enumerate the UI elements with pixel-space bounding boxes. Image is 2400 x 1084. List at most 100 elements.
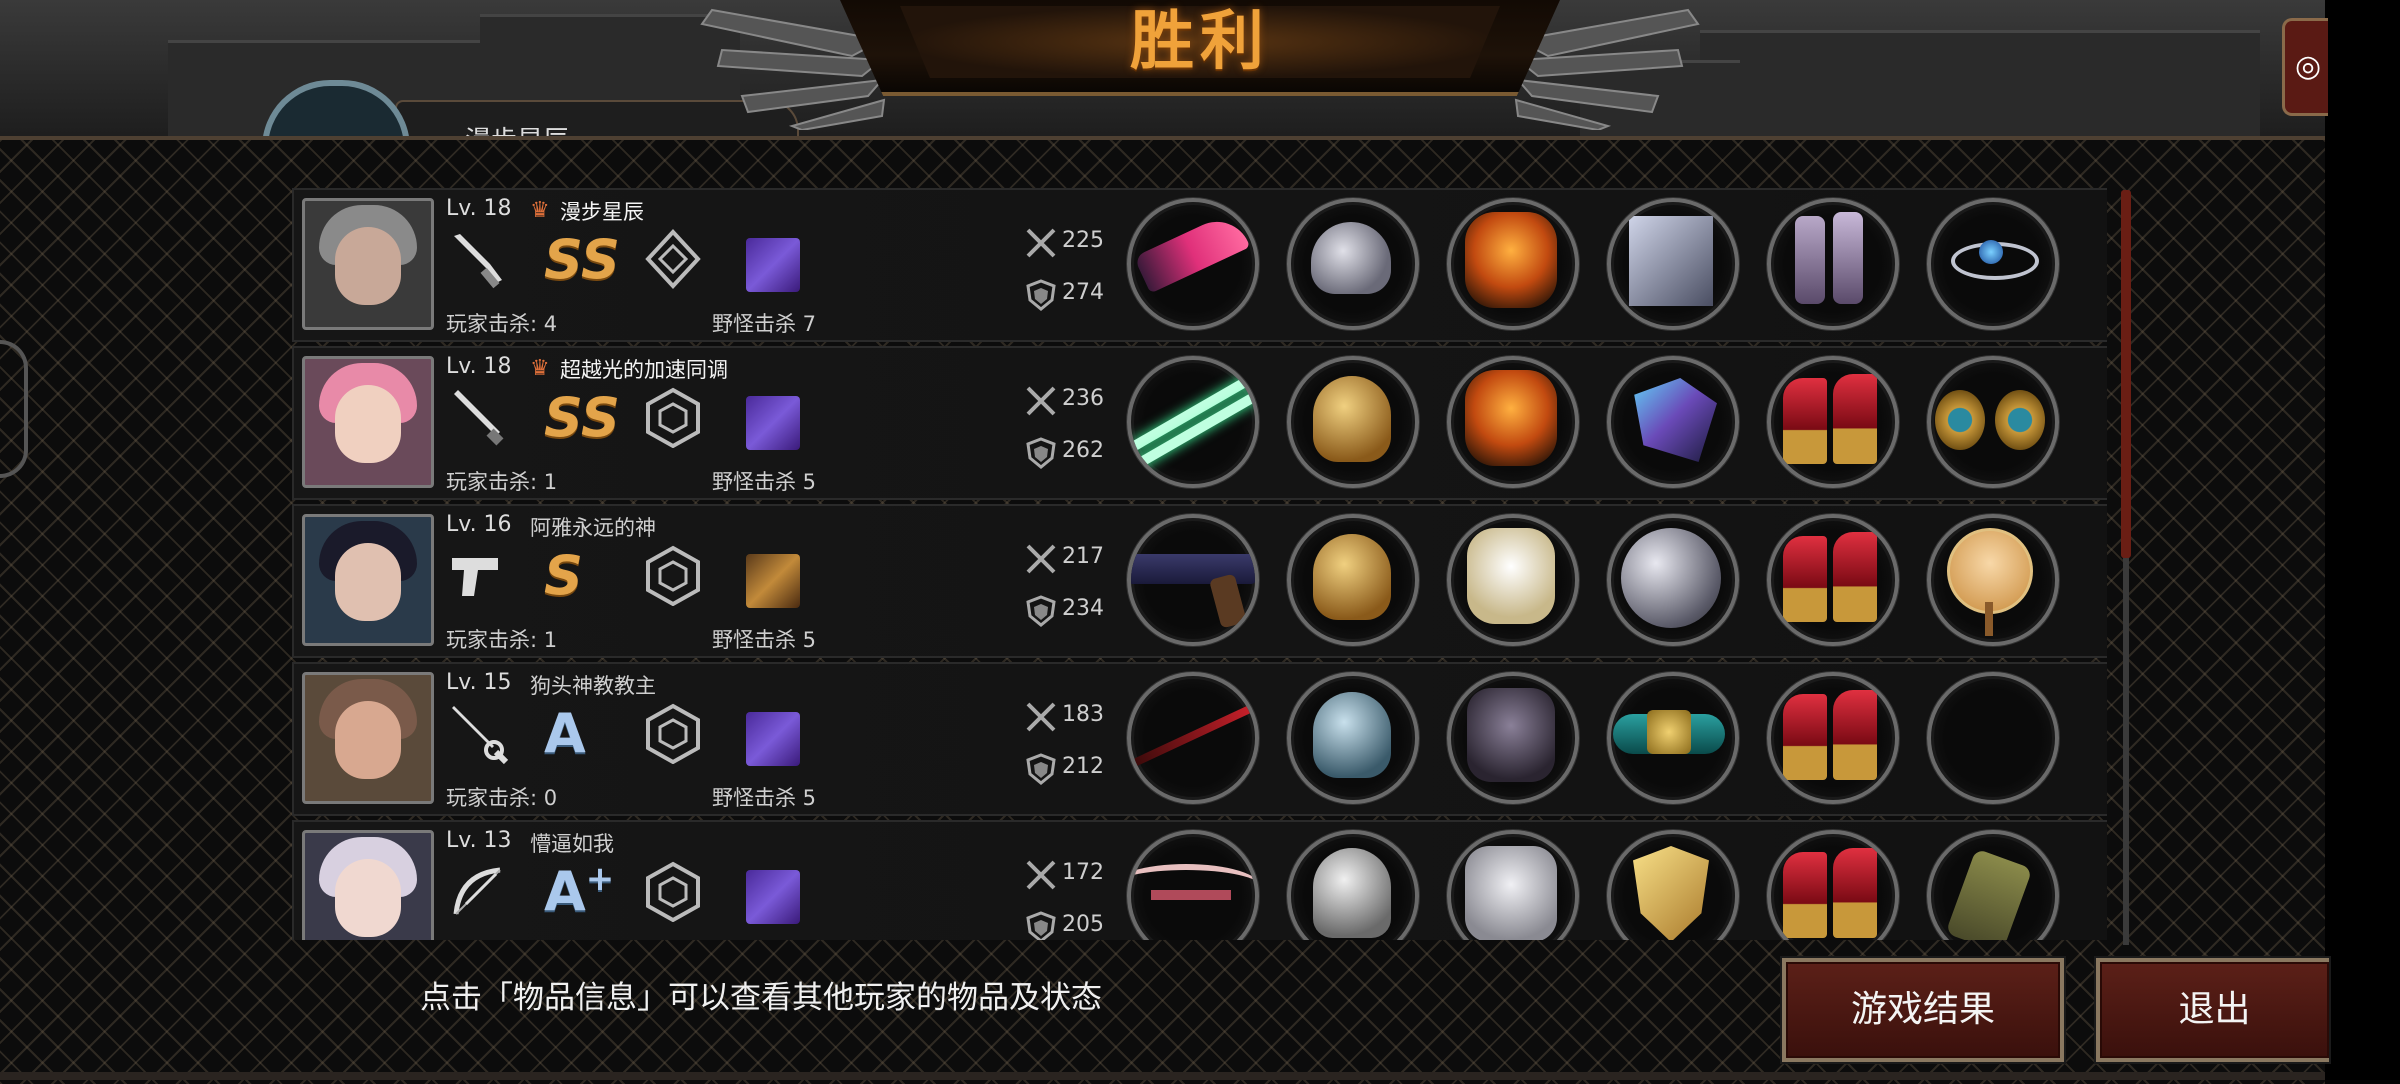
shield-icon bbox=[1026, 911, 1056, 940]
player-row[interactable]: Lv. 16 阿雅永远的神 S 玩家击杀: 1 野怪击杀 5 217 234 bbox=[292, 504, 2107, 658]
equipment-slot[interactable] bbox=[1127, 514, 1259, 646]
crown-icon: ♛ bbox=[530, 356, 550, 381]
skill-icon bbox=[746, 870, 800, 924]
tier-emblem-icon bbox=[645, 229, 701, 289]
player-portrait[interactable] bbox=[302, 356, 434, 488]
rank-grade: SS bbox=[544, 228, 620, 291]
attack-value: 183 bbox=[1062, 702, 1104, 727]
equipment-slot[interactable] bbox=[1927, 830, 2059, 940]
player-name: 懵逼如我 bbox=[530, 832, 614, 856]
knife-icon bbox=[454, 234, 502, 289]
equipment-slot[interactable] bbox=[1127, 198, 1259, 330]
player-name: 超越光的加速同调 bbox=[560, 358, 728, 382]
equipment-slot[interactable] bbox=[1287, 672, 1419, 804]
player-kills: 玩家击杀: 4 bbox=[446, 312, 558, 336]
rank-grade: S bbox=[544, 544, 583, 607]
equipment-slot[interactable] bbox=[1927, 514, 2059, 646]
player-kills: 玩家击杀: 0 bbox=[446, 786, 558, 810]
crossed-swords-icon bbox=[1026, 386, 1056, 416]
screen-edge bbox=[2325, 0, 2400, 1080]
equipment-slot[interactable] bbox=[1287, 514, 1419, 646]
equipment-slot[interactable] bbox=[1767, 356, 1899, 488]
corner-menu-button[interactable]: ◎ bbox=[2282, 18, 2328, 116]
equipment-slot[interactable] bbox=[1767, 672, 1899, 804]
player-kills: 玩家击杀: 1 bbox=[446, 470, 558, 494]
monster-kills: 野怪击杀 5 bbox=[712, 628, 817, 652]
tier-emblem-icon bbox=[646, 861, 700, 922]
player-row[interactable]: Lv. 18 ♛ 超越光的加速同调 SS 玩家击杀: 1 野怪击杀 5 236 262 bbox=[292, 346, 2107, 500]
equipment-slot[interactable] bbox=[1447, 198, 1579, 330]
rapier-icon bbox=[452, 706, 509, 765]
player-name: 阿雅永远的神 bbox=[530, 516, 656, 540]
equipment-slot[interactable] bbox=[1607, 830, 1739, 940]
equipment-slot[interactable] bbox=[1447, 672, 1579, 804]
game-result-button[interactable]: 游戏结果 bbox=[1782, 958, 2064, 1062]
equipment-slot[interactable] bbox=[1287, 198, 1419, 330]
player-kills: 玩家击杀: 1 bbox=[446, 628, 558, 652]
attack-value: 172 bbox=[1062, 860, 1104, 885]
defense-value: 205 bbox=[1062, 912, 1104, 937]
hint-text: 点击「物品信息」可以查看其他玩家的物品及状态 bbox=[420, 980, 1102, 1016]
equipment-slot[interactable] bbox=[1927, 356, 2059, 488]
equipment-slot[interactable] bbox=[1767, 198, 1899, 330]
player-portrait[interactable] bbox=[302, 672, 434, 804]
crown-icon: ♛ bbox=[530, 198, 550, 223]
equipment-slot[interactable] bbox=[1127, 672, 1259, 804]
equipment-slot[interactable] bbox=[1447, 356, 1579, 488]
equipment-slot[interactable] bbox=[1767, 830, 1899, 940]
equipment-slot[interactable] bbox=[1607, 672, 1739, 804]
player-level: Lv. 15 bbox=[446, 670, 512, 695]
equipment-slot[interactable] bbox=[1607, 198, 1739, 330]
player-portrait[interactable] bbox=[302, 198, 434, 330]
player-name: 狗头神教教主 bbox=[530, 674, 656, 698]
attack-value: 217 bbox=[1062, 544, 1104, 569]
rank-grade: SS bbox=[544, 386, 620, 449]
player-portrait[interactable] bbox=[302, 514, 434, 646]
monster-kills: 野怪击杀 5 bbox=[712, 786, 817, 810]
equipment-slot[interactable] bbox=[1287, 830, 1419, 940]
player-row[interactable]: Lv. 15 狗头神教教主 A 玩家击杀: 0 野怪击杀 5 183 212 bbox=[292, 662, 2107, 816]
player-portrait[interactable] bbox=[302, 830, 434, 940]
baton-icon bbox=[454, 390, 504, 446]
exit-button[interactable]: 退出 bbox=[2096, 958, 2329, 1062]
shield-icon bbox=[1026, 595, 1056, 627]
crossed-swords-icon bbox=[1026, 702, 1056, 732]
equipment-slot[interactable] bbox=[1127, 356, 1259, 488]
equipment-slot[interactable] bbox=[1927, 198, 2059, 330]
equipment-slot[interactable] bbox=[1287, 356, 1419, 488]
attack-value: 225 bbox=[1062, 228, 1104, 253]
equipment-slot[interactable] bbox=[1607, 356, 1739, 488]
player-row[interactable]: Lv. 13 懵逼如我 A+ 172 205 bbox=[292, 820, 2107, 940]
player-level: Lv. 16 bbox=[446, 512, 512, 537]
attack-value: 236 bbox=[1062, 386, 1104, 411]
skill-icon bbox=[746, 554, 800, 608]
player-level: Lv. 18 bbox=[446, 354, 512, 379]
equipment-slot[interactable] bbox=[1767, 514, 1899, 646]
tier-emblem-icon bbox=[646, 387, 700, 448]
scrollbar-thumb[interactable] bbox=[2121, 190, 2131, 558]
tier-emblem-icon bbox=[646, 703, 700, 764]
equipment-slot[interactable] bbox=[1447, 830, 1579, 940]
equipment-slot[interactable] bbox=[1127, 830, 1259, 940]
player-list[interactable]: Lv. 18 ♛ 漫步星辰 SS 玩家击杀: 4 野怪击杀 7 225 274 Lv. 18 ♛ 超… bbox=[292, 188, 2107, 940]
player-level: Lv. 18 bbox=[446, 196, 512, 221]
equipment-slot[interactable] bbox=[1447, 514, 1579, 646]
player-level: Lv. 13 bbox=[446, 828, 512, 853]
shield-icon bbox=[1026, 279, 1056, 311]
shield-icon bbox=[1026, 437, 1056, 469]
defense-value: 212 bbox=[1062, 754, 1104, 779]
monster-kills: 野怪击杀 5 bbox=[712, 470, 817, 494]
bow-icon bbox=[453, 867, 501, 915]
rank-grade: A bbox=[544, 702, 586, 765]
skill-icon bbox=[746, 238, 800, 292]
equipment-slot[interactable] bbox=[1607, 514, 1739, 646]
equipment-slot[interactable] bbox=[1927, 672, 2059, 804]
tier-emblem-icon bbox=[646, 545, 700, 606]
rank-grade: A+ bbox=[544, 859, 615, 923]
player-row[interactable]: Lv. 18 ♛ 漫步星辰 SS 玩家击杀: 4 野怪击杀 7 225 274 bbox=[292, 188, 2107, 342]
crossed-swords-icon bbox=[1026, 228, 1056, 258]
player-name: 漫步星辰 bbox=[560, 200, 644, 224]
crossed-swords-icon bbox=[1026, 860, 1056, 890]
bottom-border bbox=[0, 1072, 2325, 1080]
pistol-icon bbox=[452, 558, 498, 596]
